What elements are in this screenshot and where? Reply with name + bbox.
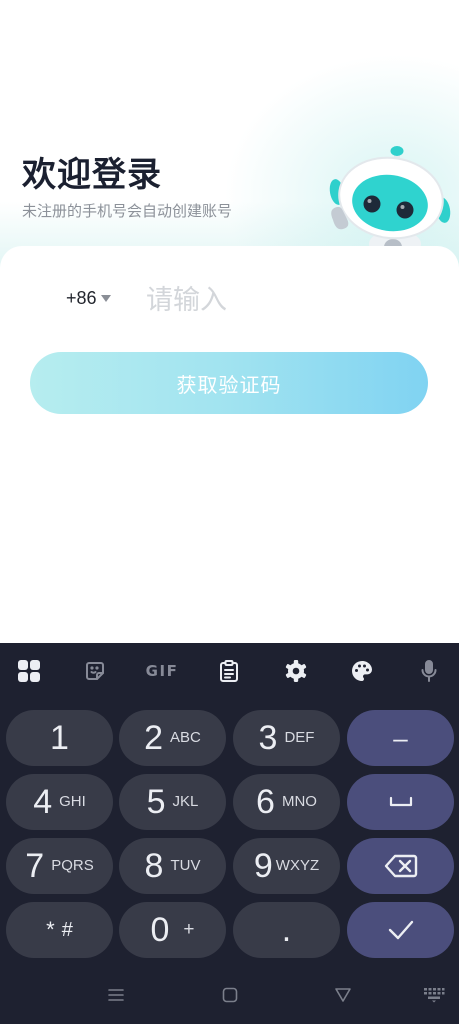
space-bar-icon [389, 796, 412, 807]
key-9-letters: WXYZ [275, 857, 320, 874]
key-5-letters: JKL [172, 793, 199, 810]
key-5-digit: 5 [146, 783, 166, 821]
key-6-letters: MNO [281, 793, 317, 810]
microphone-icon[interactable] [409, 651, 449, 691]
key-dot-label: . [281, 911, 292, 949]
key-7[interactable]: 7 PQRS [6, 838, 113, 894]
palette-icon[interactable] [342, 651, 382, 691]
key-3-digit: 3 [258, 719, 278, 757]
key-8-digit: 8 [144, 847, 164, 885]
key-9[interactable]: 9 WXYZ [233, 838, 340, 894]
key-4-letters: GHI [59, 793, 86, 810]
key-8-letters: TUV [170, 857, 201, 874]
country-code-selector[interactable]: +86 [66, 287, 111, 309]
key-2-letters: ABC [170, 729, 201, 746]
key-dash-label: – [393, 723, 408, 753]
robot-mascot-icon [329, 146, 451, 258]
key-7-digit: 7 [25, 847, 45, 885]
menu-icon[interactable] [101, 980, 131, 1010]
key-2[interactable]: 2 ABC [119, 710, 226, 766]
key-backspace[interactable] [347, 838, 454, 894]
page-title: 欢迎登录 [22, 156, 162, 194]
key-6[interactable]: 6 MNO [233, 774, 340, 830]
key-confirm[interactable] [347, 902, 454, 958]
key-0-digit: 0 [150, 911, 170, 949]
key-0[interactable]: 0 + [119, 902, 226, 958]
keyboard-switch-icon[interactable] [419, 980, 449, 1010]
clipboard-icon[interactable] [209, 651, 249, 691]
key-dot[interactable]: . [233, 902, 340, 958]
settings-gear-icon[interactable] [276, 651, 316, 691]
key-4-digit: 4 [33, 783, 53, 821]
apps-grid-icon[interactable] [9, 651, 49, 691]
backspace-icon [384, 854, 417, 878]
key-5[interactable]: 5 JKL [119, 774, 226, 830]
key-3[interactable]: 3 DEF [233, 710, 340, 766]
key-1[interactable]: 1 [6, 710, 113, 766]
key-hash-label: # [61, 919, 73, 941]
caret-down-icon [100, 294, 111, 302]
sticker-icon[interactable] [75, 651, 115, 691]
gif-label: GIF [145, 662, 179, 680]
gif-icon[interactable]: GIF [142, 651, 182, 691]
key-space[interactable] [347, 774, 454, 830]
key-star-hash[interactable]: * # [6, 902, 113, 958]
key-6-digit: 6 [256, 783, 275, 821]
numeric-keyboard: GIF 1 2 ABC 3 DEF – 4 GHI 5 JKL 6 MNO 7 … [0, 643, 459, 1024]
key-0-plus: + [183, 919, 195, 940]
check-icon [388, 920, 413, 940]
key-9-digit: 9 [253, 847, 273, 885]
key-7-letters: PQRS [51, 857, 94, 874]
key-star-label: * [46, 917, 55, 942]
key-3-letters: DEF [284, 729, 315, 746]
key-dash[interactable]: – [347, 710, 454, 766]
key-2-digit: 2 [144, 719, 164, 757]
home-square-icon[interactable] [215, 980, 245, 1010]
get-verification-code-button[interactable]: 获取验证码 [30, 352, 428, 414]
key-8[interactable]: 8 TUV [119, 838, 226, 894]
phone-number-input[interactable] [146, 278, 426, 322]
back-triangle-icon[interactable] [328, 980, 358, 1010]
page-subtitle: 未注册的手机号会自动创建账号 [22, 203, 233, 220]
country-code-label: +86 [66, 288, 97, 308]
key-1-digit: 1 [50, 719, 69, 757]
key-4[interactable]: 4 GHI [6, 774, 113, 830]
